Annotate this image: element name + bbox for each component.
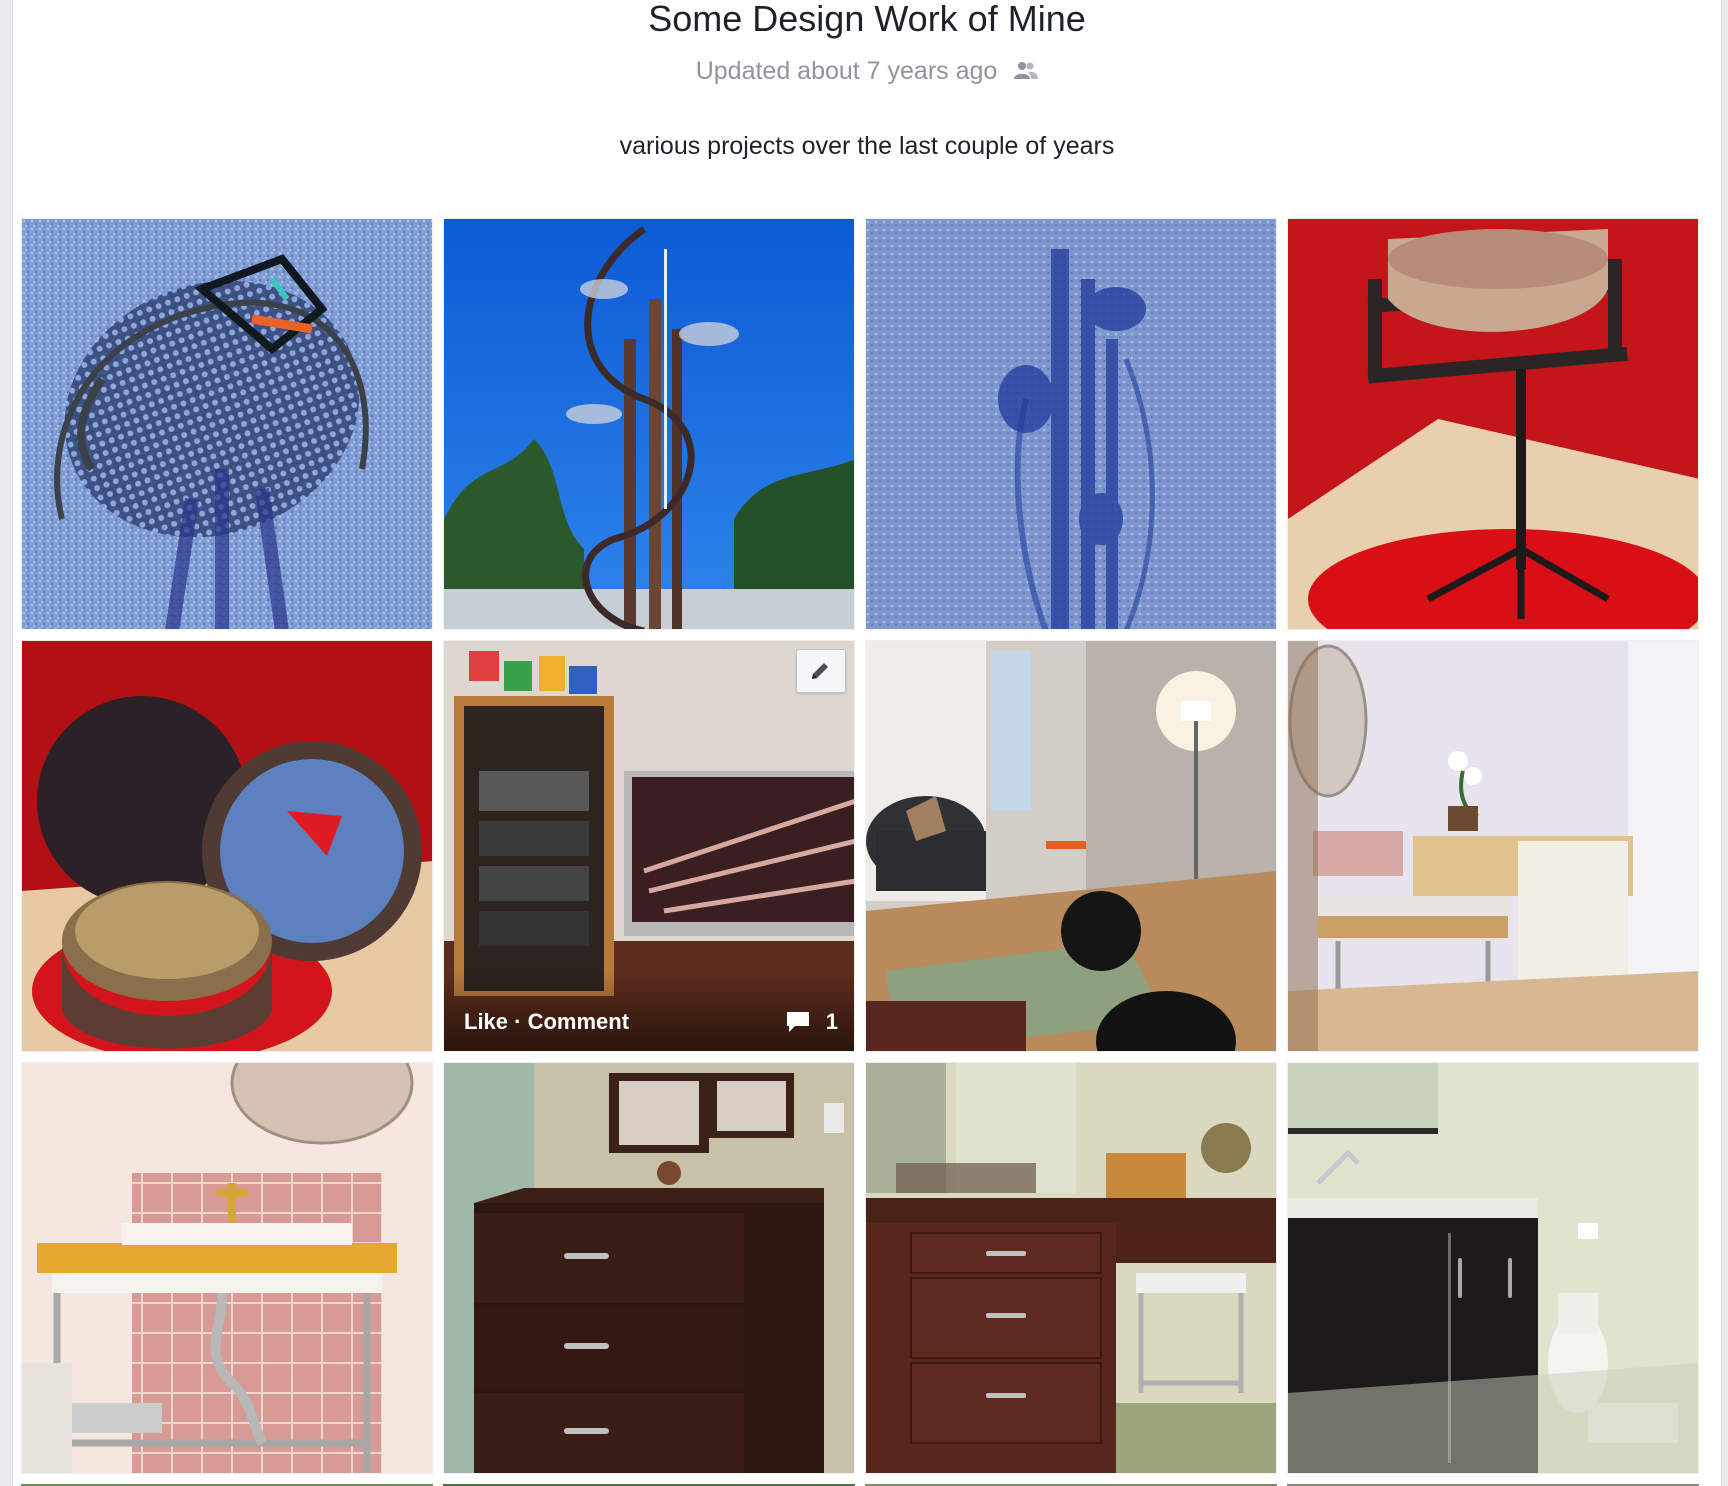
photo-image	[1288, 219, 1698, 629]
photo-thumbnail[interactable]	[1287, 1062, 1699, 1474]
photo-thumbnail[interactable]	[21, 218, 433, 630]
photo-thumbnail[interactable]	[865, 1062, 1277, 1474]
album-title: Some Design Work of Mine	[648, 0, 1086, 39]
album-panel: Some Design Work of Mine Updated about 7…	[12, 0, 1722, 1486]
edit-photo-button[interactable]	[796, 649, 846, 693]
photo-thumbnail[interactable]	[443, 218, 855, 630]
photo-image	[22, 1063, 432, 1473]
speech-bubble-icon	[786, 1012, 809, 1032]
photo-image	[1288, 1063, 1698, 1473]
pencil-icon	[812, 663, 828, 679]
photo-thumbnail[interactable]: Like · Comment 1	[443, 640, 855, 1052]
photo-image	[866, 1063, 1276, 1473]
comment-count[interactable]: 1	[786, 1009, 838, 1035]
album-description: various projects over the last couple of…	[619, 132, 1115, 160]
photo-image	[866, 219, 1276, 629]
photo-image	[444, 219, 854, 629]
comment-link[interactable]: Comment	[528, 1009, 629, 1034]
photo-image	[444, 1063, 854, 1473]
photo-image	[22, 641, 432, 1051]
photo-thumbnail[interactable]	[21, 1062, 433, 1474]
photo-thumbnail[interactable]	[21, 640, 433, 1052]
photo-thumbnail[interactable]	[1287, 218, 1699, 630]
friends-icon[interactable]	[1014, 58, 1039, 88]
photo-hover-overlay: Like · Comment 1	[444, 971, 854, 1051]
photo-actions: Like · Comment	[464, 1009, 629, 1035]
separator: ·	[508, 1009, 528, 1034]
album-meta: Updated about 7 years ago	[13, 56, 1721, 88]
photo-image	[22, 219, 432, 629]
photo-thumbnail[interactable]	[865, 218, 1277, 630]
photo-thumbnail[interactable]	[443, 1062, 855, 1474]
photo-image	[866, 641, 1276, 1051]
photo-image	[1288, 641, 1698, 1051]
like-link[interactable]: Like	[464, 1009, 508, 1034]
photo-thumbnail[interactable]	[865, 640, 1277, 1052]
comment-count-value: 1	[825, 1009, 838, 1034]
album-updated: Updated about 7 years ago	[695, 57, 998, 85]
photo-thumbnail[interactable]	[1287, 640, 1699, 1052]
